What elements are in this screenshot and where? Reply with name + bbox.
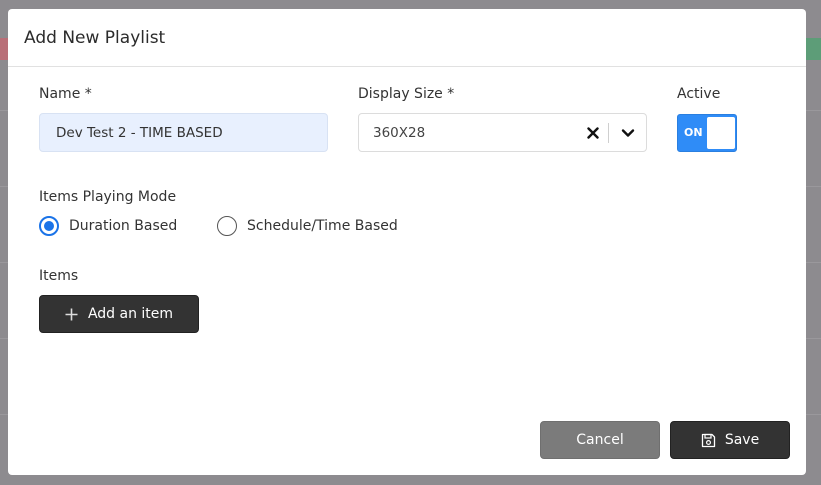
display-size-label: Display Size * xyxy=(358,86,455,102)
display-size-value: 360X28 xyxy=(373,124,426,141)
save-button[interactable]: Save xyxy=(670,421,790,459)
save-label: Save xyxy=(724,432,760,448)
radio-duration-based[interactable]: Duration Based xyxy=(39,216,177,236)
playing-mode-label: Items Playing Mode xyxy=(39,189,177,205)
active-label: Active xyxy=(677,86,721,102)
close-icon[interactable] xyxy=(578,114,608,151)
cancel-button[interactable]: Cancel xyxy=(540,421,660,459)
toggle-knob xyxy=(707,117,735,149)
radio-label: Duration Based xyxy=(69,218,178,234)
chevron-down-icon[interactable] xyxy=(609,114,646,151)
plus-icon xyxy=(65,308,78,321)
add-item-button[interactable]: Add an item xyxy=(39,295,199,333)
radio-schedule-time-based[interactable]: Schedule/Time Based xyxy=(217,216,398,236)
radio-button-checked[interactable] xyxy=(39,216,59,236)
background-status-badge xyxy=(806,38,821,60)
name-input[interactable] xyxy=(39,113,328,152)
background-status-badge xyxy=(0,38,8,60)
radio-button-unchecked[interactable] xyxy=(217,216,237,236)
display-size-select[interactable]: 360X28 xyxy=(358,113,647,152)
add-item-label: Add an item xyxy=(87,306,174,322)
modal-title: Add New Playlist xyxy=(24,27,166,48)
cancel-label: Cancel xyxy=(576,432,624,448)
radio-label: Schedule/Time Based xyxy=(247,218,398,234)
modal-header: Add New Playlist xyxy=(8,9,806,67)
name-label: Name * xyxy=(39,86,92,102)
items-label: Items xyxy=(39,268,79,284)
active-toggle[interactable]: ON xyxy=(677,114,737,152)
toggle-state-text: ON xyxy=(684,126,703,139)
add-playlist-modal: Add New Playlist Name * Display Size * 3… xyxy=(8,9,806,475)
floppy-disk-icon xyxy=(701,433,716,448)
